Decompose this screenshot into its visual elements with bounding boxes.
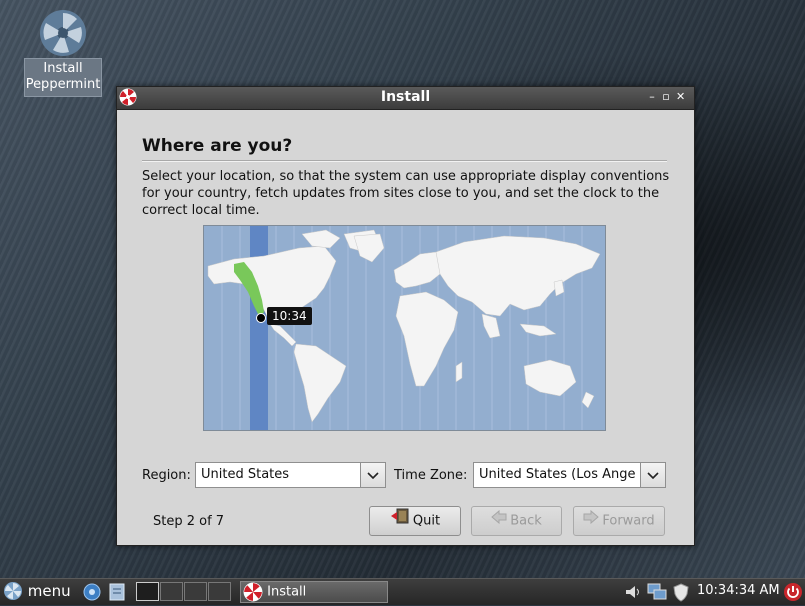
window-titlebar[interactable]: Install – ▫✕	[117, 87, 694, 110]
region-label: Region:	[142, 468, 191, 483]
network-icon[interactable]	[646, 582, 668, 606]
menu-button[interactable]: menu	[3, 581, 71, 603]
installer-window: Install – ▫✕ Where are you? Select your l…	[116, 86, 695, 546]
timezone-value: United States (Los Ange	[479, 467, 636, 482]
arrow-left-icon	[491, 507, 507, 535]
desktop-icon-label: Install Peppermint	[24, 58, 102, 97]
peppermint-logo-icon	[241, 582, 267, 602]
page-title: Where are you?	[142, 136, 293, 156]
shield-icon[interactable]	[672, 582, 690, 606]
step-indicator: Step 2 of 7	[153, 514, 225, 529]
region-combobox[interactable]: United States	[195, 462, 386, 488]
page-description: Select your location, so that the system…	[142, 169, 670, 218]
file-manager-icon[interactable]	[108, 582, 126, 606]
region-value: United States	[201, 467, 290, 482]
workspace-1[interactable]	[136, 582, 159, 601]
forward-button[interactable]: Forward	[573, 506, 665, 536]
close-icon[interactable]: ✕	[676, 90, 690, 103]
chevron-down-icon[interactable]	[640, 463, 665, 487]
power-icon[interactable]	[783, 582, 803, 606]
taskbar-clock[interactable]: 10:34:34 AM	[697, 583, 780, 598]
chevron-down-icon[interactable]	[360, 463, 385, 487]
peppermint-menu-icon	[3, 582, 28, 600]
timezone-combobox[interactable]: United States (Los Ange	[473, 462, 666, 488]
window-content: Where are you? Select your location, so …	[117, 110, 694, 545]
workspace-3[interactable]	[184, 582, 207, 601]
minimize-icon[interactable]: –	[648, 90, 662, 103]
peppermint-installer-icon	[40, 10, 86, 56]
taskbar: menu Install 10:34:34 AM	[0, 578, 805, 605]
taskbar-item-install[interactable]: Install	[240, 581, 388, 603]
workspace-2[interactable]	[160, 582, 183, 601]
timezone-map[interactable]: 10:34	[203, 225, 606, 431]
window-title: Install	[380, 89, 431, 105]
quit-button[interactable]: Quit	[369, 506, 461, 536]
maximize-icon[interactable]: ▫	[662, 90, 676, 103]
desktop-icon-install-peppermint[interactable]: Install Peppermint	[24, 10, 102, 97]
arrow-right-icon	[583, 507, 600, 535]
workspace-4[interactable]	[208, 582, 231, 601]
back-button[interactable]: Back	[471, 506, 562, 536]
map-time-label: 10:34	[267, 307, 312, 325]
timezone-label: Time Zone:	[394, 468, 468, 483]
quit-door-icon	[390, 507, 410, 535]
title-divider	[142, 160, 667, 162]
volume-icon[interactable]	[624, 582, 642, 606]
workspace-pager[interactable]	[136, 582, 232, 601]
menu-label: menu	[27, 582, 71, 600]
browser-launcher-icon[interactable]	[82, 582, 102, 606]
location-pin-icon	[256, 313, 266, 323]
